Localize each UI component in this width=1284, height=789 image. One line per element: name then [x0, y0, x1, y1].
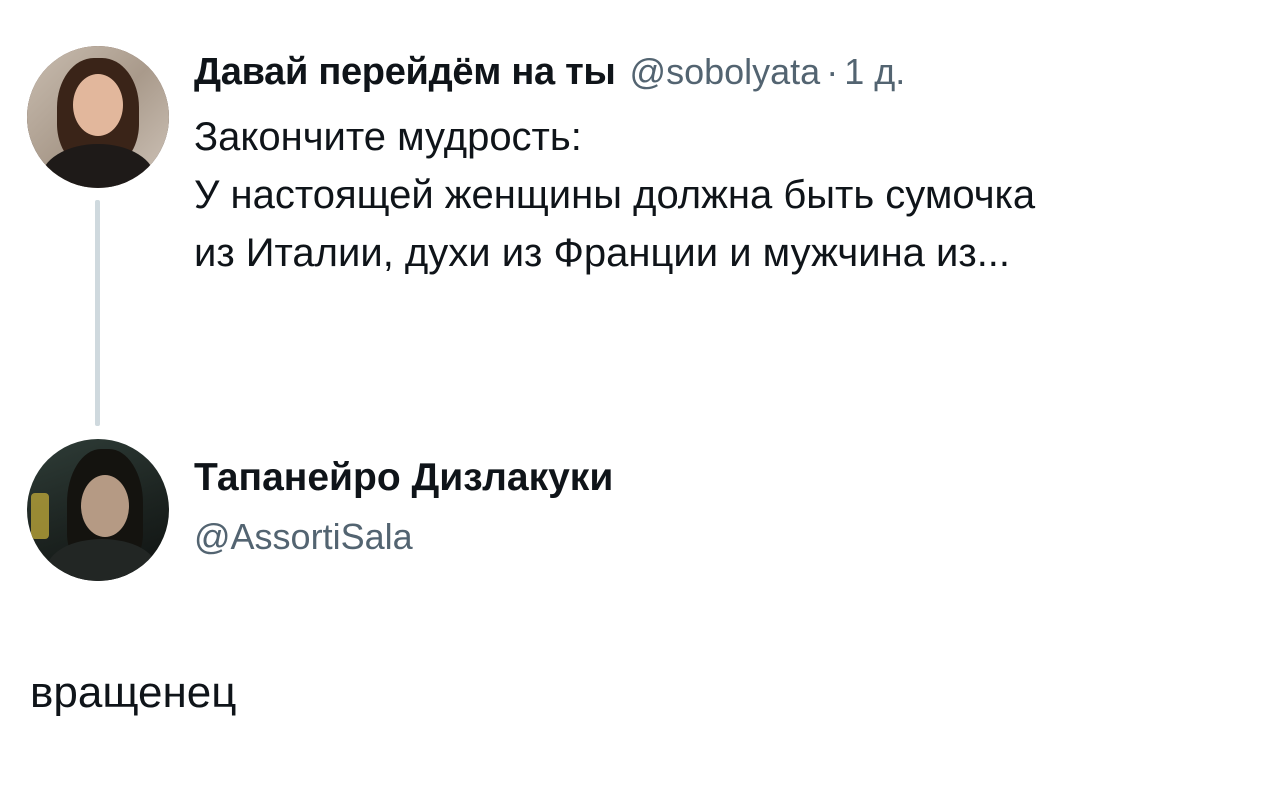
header-separator: · — [826, 51, 839, 92]
thread-connector-line — [95, 200, 100, 426]
avatar-assortisala[interactable] — [27, 439, 169, 581]
avatar-face — [81, 475, 129, 537]
reply-text: вращенец — [30, 668, 237, 717]
original-tweet-display-name[interactable]: Давай перейдём на ты — [194, 51, 616, 94]
avatar-background-light — [31, 493, 49, 539]
original-tweet-text: Закончите мудрость: У настоящей женщины … — [194, 108, 1264, 282]
tweet-text-line: У настоящей женщины должна быть сумочка — [194, 173, 1036, 217]
avatar-sobolyata[interactable] — [27, 46, 169, 188]
original-tweet-handle[interactable]: @sobolyata — [630, 51, 821, 93]
original-tweet-header: Давай перейдём на ты @sobolyata · 1 д. — [194, 44, 905, 100]
avatar-face — [73, 74, 123, 136]
tweet-text-line: Закончите мудрость: — [194, 115, 582, 159]
original-tweet-timestamp[interactable]: 1 д. — [844, 51, 905, 93]
reply-display-name[interactable]: Тапанейро Дизлакуки — [194, 456, 613, 500]
tweet-text-line: из Италии, духи из Франции и мужчина из.… — [194, 231, 1011, 275]
reply-handle[interactable]: @AssortiSala — [194, 516, 413, 558]
